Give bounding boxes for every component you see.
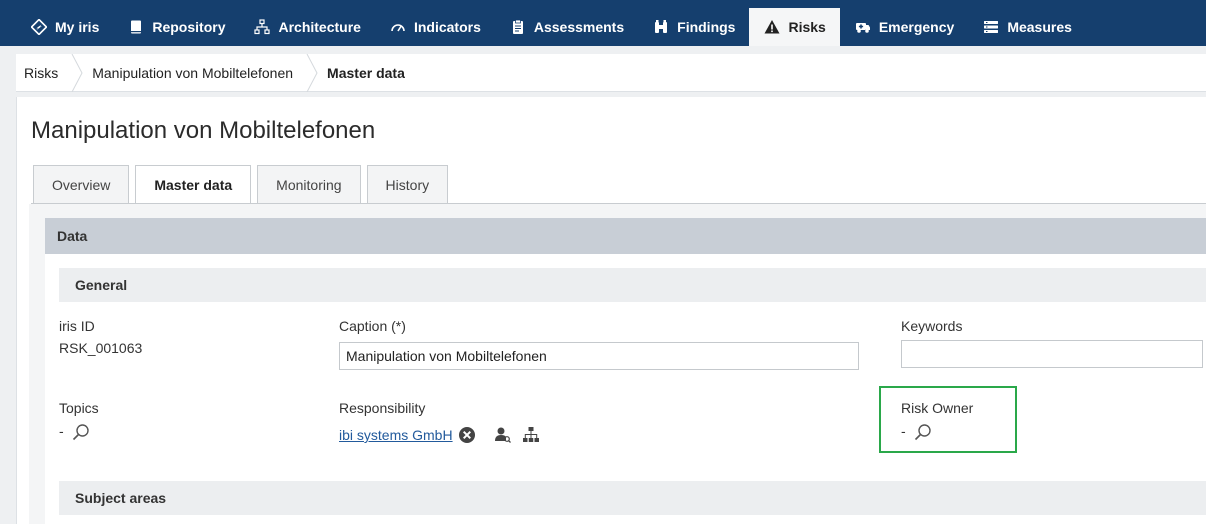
nav-label: Emergency bbox=[878, 19, 955, 35]
breadcrumb-separator-icon bbox=[70, 53, 84, 92]
ambulance-icon bbox=[854, 18, 872, 36]
nav-emergency[interactable]: Emergency bbox=[840, 8, 968, 46]
nav-label: Measures bbox=[1007, 19, 1072, 35]
risk-owner-field: - bbox=[901, 423, 932, 441]
warning-icon bbox=[763, 18, 781, 36]
responsibility-link[interactable]: ibi systems GmbH bbox=[339, 427, 453, 443]
org-structure-icon[interactable] bbox=[522, 426, 540, 447]
data-section-header[interactable]: Data bbox=[45, 218, 1206, 254]
breadcrumb-current: Master data bbox=[319, 54, 417, 92]
binoculars-icon bbox=[652, 18, 670, 36]
iris-id-label: iris ID bbox=[59, 318, 95, 334]
breadcrumb-risk-item[interactable]: Manipulation von Mobiltelefonen bbox=[84, 54, 305, 92]
nav-label: Assessments bbox=[533, 19, 625, 35]
breadcrumb-risks[interactable]: Risks bbox=[16, 54, 70, 92]
nav-architecture[interactable]: Architecture bbox=[239, 8, 374, 46]
person-search-icon[interactable] bbox=[494, 426, 512, 447]
breadcrumb-separator-icon bbox=[305, 53, 319, 92]
topics-field: - bbox=[59, 423, 90, 441]
risk-owner-highlight bbox=[879, 386, 1017, 453]
keywords-label: Keywords bbox=[901, 318, 963, 334]
org-chart-icon bbox=[253, 18, 271, 36]
nav-label: Risks bbox=[788, 19, 826, 35]
breadcrumb-label: Manipulation von Mobiltelefonen bbox=[92, 64, 294, 81]
responsibility-field: ibi systems GmbH bbox=[339, 426, 540, 447]
data-section-body: General iris ID RSK_001063 Caption (*) K… bbox=[45, 254, 1206, 524]
breadcrumb: Risks Manipulation von Mobiltelefonen Ma… bbox=[16, 53, 1206, 92]
topics-search-icon[interactable] bbox=[72, 423, 90, 441]
topics-value: - bbox=[59, 423, 64, 439]
gauge-icon bbox=[389, 18, 407, 36]
nav-label: Repository bbox=[152, 19, 226, 35]
general-section-header[interactable]: General bbox=[59, 268, 1206, 302]
nav-measures[interactable]: Measures bbox=[968, 8, 1086, 46]
nav-indicators[interactable]: Indicators bbox=[375, 8, 495, 46]
breadcrumb-label: Master data bbox=[327, 64, 405, 81]
topics-label: Topics bbox=[59, 400, 99, 416]
nav-my-iris[interactable]: My iris bbox=[16, 8, 113, 46]
responsibility-label: Responsibility bbox=[339, 400, 426, 416]
nav-repository[interactable]: Repository bbox=[113, 8, 239, 46]
iris-id-value: RSK_001063 bbox=[59, 340, 143, 356]
tab-content: Data General iris ID RSK_001063 Caption … bbox=[29, 204, 1206, 524]
nav-assessments[interactable]: Assessments bbox=[495, 8, 638, 46]
nav-label: My iris bbox=[55, 19, 100, 35]
subject-areas-section-header[interactable]: Subject areas bbox=[59, 481, 1206, 515]
page-title: Manipulation von Mobiltelefonen bbox=[31, 117, 376, 144]
risk-owner-value: - bbox=[901, 423, 906, 439]
nav-label: Findings bbox=[677, 19, 736, 35]
tab-bar: Overview Master data Monitoring History bbox=[33, 165, 449, 204]
main-panel: Manipulation von Mobiltelefonen Overview… bbox=[16, 97, 1206, 524]
nav-findings[interactable]: Findings bbox=[638, 8, 749, 46]
clipboard-icon bbox=[509, 18, 527, 36]
caption-label: Caption (*) bbox=[339, 318, 406, 334]
keywords-input[interactable] bbox=[901, 340, 1203, 368]
tab-monitoring[interactable]: Monitoring bbox=[257, 165, 361, 203]
diamond-compass-icon bbox=[30, 18, 48, 36]
tab-master-data[interactable]: Master data bbox=[135, 165, 252, 204]
nav-label: Indicators bbox=[413, 19, 481, 35]
list-icon bbox=[982, 18, 1000, 36]
book-icon bbox=[127, 18, 145, 36]
tab-history[interactable]: History bbox=[366, 165, 449, 203]
risk-owner-search-icon[interactable] bbox=[914, 423, 932, 441]
nav-label: Architecture bbox=[278, 19, 361, 35]
top-navigation: My iris Repository Architecture Indicato… bbox=[0, 0, 1206, 46]
tab-overview[interactable]: Overview bbox=[33, 165, 130, 203]
remove-responsibility-icon[interactable] bbox=[458, 426, 476, 447]
breadcrumb-label: Risks bbox=[24, 64, 59, 81]
risk-owner-label: Risk Owner bbox=[901, 400, 974, 416]
nav-risks[interactable]: Risks bbox=[749, 8, 840, 46]
caption-input[interactable] bbox=[339, 342, 859, 370]
